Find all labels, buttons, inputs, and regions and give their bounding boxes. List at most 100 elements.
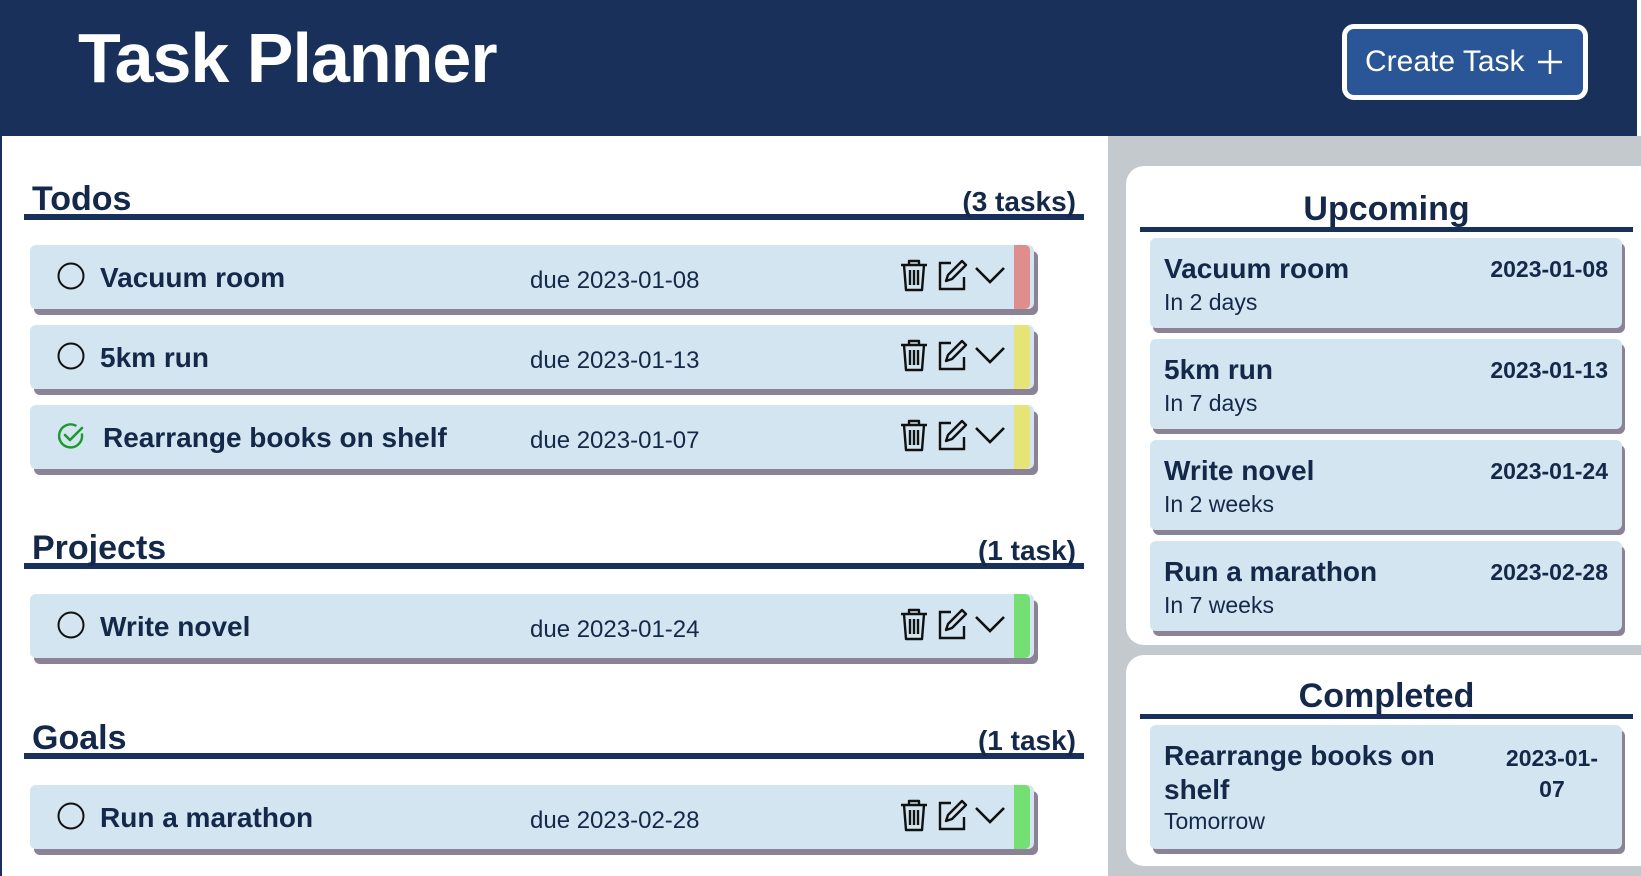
create-task-button[interactable]: Create Task	[1342, 24, 1588, 100]
create-task-label: Create Task	[1365, 45, 1525, 78]
section-header: Todos (3 tasks)	[24, 170, 1084, 220]
upcoming-item-date: 2023-01-13	[1490, 357, 1608, 383]
task-name: 5km run	[100, 342, 209, 373]
task-name: Rearrange books on shelf	[103, 422, 447, 453]
completed-item-name-line: shelf	[1164, 774, 1230, 805]
completed-item-date-line: 07	[1539, 776, 1565, 802]
task-card[interactable]: Run a marathon due 2023-02-28	[30, 785, 1034, 849]
priority-stripe	[1014, 594, 1030, 658]
task-actions	[898, 417, 1010, 453]
completed-item-date: 2023-01- 07	[1506, 743, 1598, 805]
upcoming-item[interactable]: 5km run In 7 days 2023-01-13	[1150, 339, 1622, 429]
circle-icon[interactable]	[56, 261, 86, 291]
edit-icon	[938, 259, 968, 291]
circle-icon[interactable]	[56, 801, 86, 831]
expand-button[interactable]	[974, 417, 1006, 453]
chevron-down-icon	[975, 267, 1005, 284]
trash-icon	[901, 259, 927, 292]
section-goals: Goals (1 task)	[24, 709, 1084, 759]
delete-button[interactable]	[898, 417, 930, 453]
task-actions	[898, 606, 1010, 642]
upcoming-item[interactable]: Vacuum room In 2 days 2023-01-08	[1150, 238, 1622, 328]
circle-icon[interactable]	[56, 341, 86, 371]
plus-icon	[1538, 50, 1562, 74]
task-name: Run a marathon	[100, 802, 314, 833]
section-title: Todos	[32, 180, 132, 218]
edit-button[interactable]	[936, 257, 968, 293]
task-due-date: due 2023-01-08	[530, 267, 700, 294]
chevron-down-icon	[975, 616, 1005, 633]
edit-button[interactable]	[936, 797, 968, 833]
section-title: Goals	[32, 719, 127, 757]
task-actions	[898, 797, 1010, 833]
trash-icon	[901, 339, 927, 372]
section-header: Goals (1 task)	[24, 709, 1084, 759]
completed-item-name-line: Rearrange books on	[1164, 740, 1435, 771]
section-projects: Projects (1 task)	[24, 519, 1084, 569]
expand-button[interactable]	[974, 606, 1006, 642]
edit-button[interactable]	[936, 417, 968, 453]
upcoming-item-relative: In 7 weeks	[1164, 592, 1274, 618]
task-due-date: due 2023-01-13	[530, 347, 700, 374]
edit-icon	[938, 419, 968, 451]
section-count: (1 task)	[977, 535, 1076, 566]
completed-item[interactable]: Rearrange books on shelf Tomorrow 2023-0…	[1150, 725, 1622, 849]
edit-button[interactable]	[936, 606, 968, 642]
priority-stripe	[1014, 405, 1030, 469]
upcoming-item-name: Write novel	[1164, 455, 1315, 486]
expand-button[interactable]	[974, 257, 1006, 293]
upcoming-panel: Upcoming Vacuum room In 2 days 2023-01-0…	[1126, 166, 1641, 645]
edit-icon	[938, 608, 968, 640]
priority-stripe	[1014, 245, 1030, 309]
chevron-down-icon	[975, 427, 1005, 444]
chevron-down-icon	[975, 347, 1005, 364]
edit-icon	[938, 339, 968, 371]
upcoming-item-relative: In 2 days	[1164, 289, 1258, 315]
upcoming-item-relative: In 2 weeks	[1164, 491, 1274, 517]
section-title: Projects	[32, 529, 167, 567]
task-actions	[898, 337, 1010, 373]
delete-button[interactable]	[898, 257, 930, 293]
task-card[interactable]: Rearrange books on shelf due 2023-01-07	[30, 405, 1034, 469]
upcoming-item-relative: In 7 days	[1164, 390, 1258, 416]
task-card[interactable]: Vacuum room due 2023-01-08	[30, 245, 1034, 309]
upcoming-item-name: Vacuum room	[1164, 253, 1350, 284]
upcoming-item-name: 5km run	[1164, 354, 1273, 385]
completed-item-relative: Tomorrow	[1164, 808, 1265, 834]
upcoming-item-date: 2023-01-08	[1490, 256, 1608, 282]
upcoming-item-date: 2023-01-24	[1490, 458, 1608, 484]
check-circle-icon[interactable]	[56, 421, 86, 451]
completed-panel: Completed Rearrange books on shelf Tomor…	[1126, 655, 1641, 866]
section-count: (1 task)	[977, 725, 1076, 756]
upcoming-item-name: Run a marathon	[1164, 556, 1378, 587]
delete-button[interactable]	[898, 337, 930, 373]
expand-button[interactable]	[974, 337, 1006, 373]
app-header: Task Planner Create Task	[2, 0, 1637, 136]
expand-button[interactable]	[974, 797, 1006, 833]
trash-icon	[901, 419, 927, 452]
task-due-date: due 2023-01-07	[530, 427, 700, 454]
task-actions	[898, 257, 1010, 293]
section-header: Projects (1 task)	[24, 519, 1084, 569]
task-name: Write novel	[100, 611, 251, 642]
task-card[interactable]: Write novel due 2023-01-24	[30, 594, 1034, 658]
completed-item-name: Rearrange books on shelf	[1164, 739, 1435, 807]
chevron-down-icon	[975, 807, 1005, 824]
upcoming-item[interactable]: Run a marathon In 7 weeks 2023-02-28	[1150, 541, 1622, 631]
panel-title: Completed	[1140, 663, 1633, 719]
delete-button[interactable]	[898, 797, 930, 833]
panel-title: Upcoming	[1140, 176, 1633, 232]
task-card[interactable]: 5km run due 2023-01-13	[30, 325, 1034, 389]
edit-button[interactable]	[936, 337, 968, 373]
delete-button[interactable]	[898, 606, 930, 642]
task-due-date: due 2023-02-28	[530, 807, 700, 834]
edit-icon	[938, 799, 968, 831]
priority-stripe	[1014, 325, 1030, 389]
trash-icon	[901, 799, 927, 832]
priority-stripe	[1014, 785, 1030, 849]
circle-icon[interactable]	[56, 610, 86, 640]
task-name: Vacuum room	[100, 262, 286, 293]
upcoming-item-date: 2023-02-28	[1490, 559, 1608, 585]
upcoming-item[interactable]: Write novel In 2 weeks 2023-01-24	[1150, 440, 1622, 530]
trash-icon	[901, 608, 927, 641]
